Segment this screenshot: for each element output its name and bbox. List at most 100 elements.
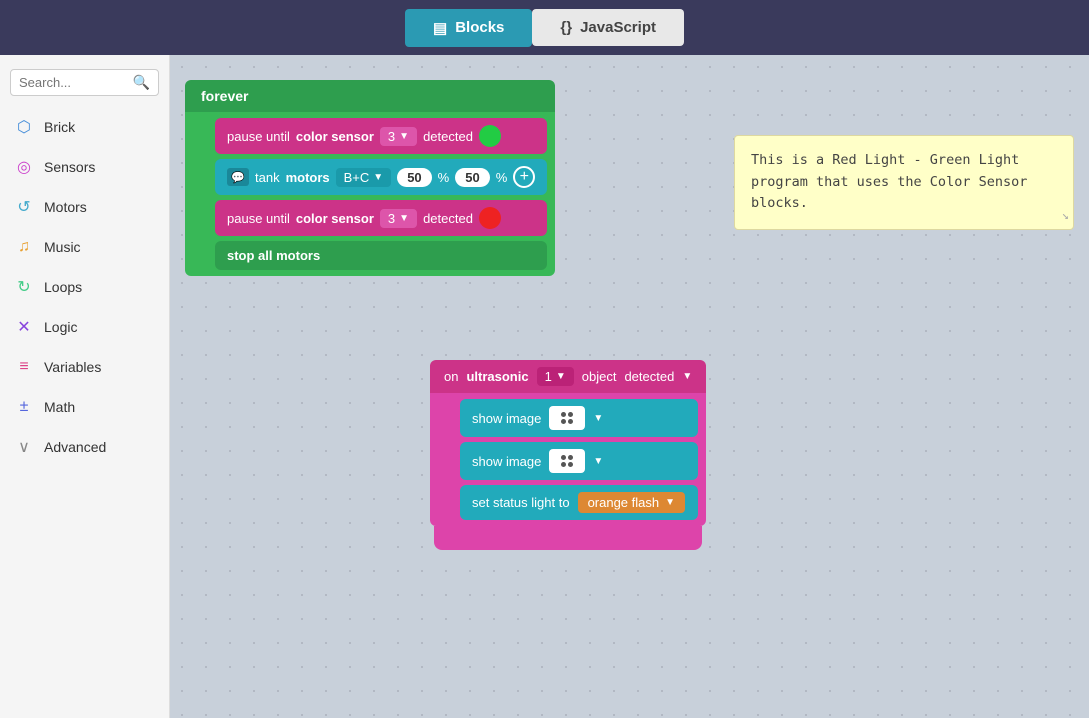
tab-javascript[interactable]: {} JavaScript (532, 9, 684, 46)
motor-pct2[interactable]: 50 (455, 168, 489, 187)
plus-icon[interactable]: + (513, 166, 535, 188)
message-icon: 💬 (227, 168, 249, 186)
search-input[interactable] (19, 75, 129, 90)
dot (561, 462, 566, 467)
motors-icon: ↺ (14, 197, 34, 217)
status-text1: set status light to (472, 495, 570, 510)
pause-color-green-block[interactable]: pause until color sensor 3 ▼ detected (215, 118, 547, 154)
sidebar-label-math: Math (44, 399, 75, 415)
pause2-port: 3 (388, 211, 395, 226)
sidebar-label-motors: Motors (44, 199, 87, 215)
ultra-text3: detected (624, 369, 674, 384)
ultra-text2: object (582, 369, 617, 384)
ultrasonic-block-container: on ultrasonic 1 ▼ object detected ▼ show… (430, 360, 706, 550)
pause1-sensor: color sensor (296, 129, 374, 144)
pause2-text1: pause until (227, 211, 290, 226)
image-preview-2[interactable] (549, 449, 585, 473)
forever-header: forever (185, 80, 555, 112)
sidebar-item-brick[interactable]: ⬡ Brick (0, 108, 169, 146)
pause1-text2: detected (423, 129, 473, 144)
canvas-area: forever pause until color sensor 3 ▼ det… (170, 55, 1089, 718)
forever-block: forever pause until color sensor 3 ▼ det… (185, 80, 555, 276)
show1-text: show image (472, 411, 541, 426)
dot (561, 419, 566, 424)
sidebar: 🔍 ⬡ Brick ◎ Sensors ↺ Motors ♫ Music ↻ L… (0, 55, 170, 718)
red-circle[interactable] (479, 207, 501, 229)
ultra-text1: on (444, 369, 458, 384)
dot (568, 412, 573, 417)
ultra-detected-arrow: ▼ (682, 371, 692, 382)
sidebar-item-math[interactable]: ± Math (0, 388, 169, 426)
tab-blocks[interactable]: ▤ Blocks (405, 9, 532, 47)
status-light-block[interactable]: set status light to orange flash ▼ (460, 485, 698, 520)
sidebar-item-music[interactable]: ♫ Music (0, 228, 169, 266)
pause-color-red-block[interactable]: pause until color sensor 3 ▼ detected (215, 200, 547, 236)
forever-label: forever (201, 88, 248, 104)
music-icon: ♫ (14, 237, 34, 257)
pause1-port-dropdown[interactable]: 3 ▼ (380, 127, 417, 146)
blocks-icon: ▤ (433, 19, 447, 37)
status-value: orange flash (588, 495, 660, 510)
math-icon: ± (14, 397, 34, 417)
motor-pct1[interactable]: 50 (397, 168, 431, 187)
sidebar-label-sensors: Sensors (44, 159, 95, 175)
note-text: This is a Red Light - Green Lightprogram… (751, 152, 1027, 211)
image-preview-1[interactable] (549, 406, 585, 430)
dot (568, 455, 573, 460)
ultra-keyword: ultrasonic (466, 369, 528, 384)
js-label: JavaScript (580, 19, 656, 36)
dot (568, 462, 573, 467)
show-image-2-block[interactable]: show image ▼ (460, 442, 698, 480)
green-circle[interactable] (479, 125, 501, 147)
block-tail (434, 526, 702, 550)
dot (568, 419, 573, 424)
pause2-port-dropdown[interactable]: 3 ▼ (380, 209, 417, 228)
js-icon: {} (560, 19, 572, 36)
dot (561, 455, 566, 460)
variables-icon: ≡ (14, 357, 34, 377)
show2-text: show image (472, 454, 541, 469)
sidebar-label-music: Music (44, 239, 81, 255)
main-layout: 🔍 ⬡ Brick ◎ Sensors ↺ Motors ♫ Music ↻ L… (0, 55, 1089, 718)
ultrasonic-header[interactable]: on ultrasonic 1 ▼ object detected ▼ (430, 360, 706, 393)
show-image-1-block[interactable]: show image ▼ (460, 399, 698, 437)
dot (561, 412, 566, 417)
sidebar-item-sensors[interactable]: ◎ Sensors (0, 148, 169, 186)
sidebar-item-motors[interactable]: ↺ Motors (0, 188, 169, 226)
brick-icon: ⬡ (14, 117, 34, 137)
sidebar-item-loops[interactable]: ↻ Loops (0, 268, 169, 306)
sidebar-label-advanced: Advanced (44, 439, 106, 455)
pause2-arrow: ▼ (399, 213, 409, 224)
stop-label: stop all motors (227, 248, 320, 263)
sidebar-label-loops: Loops (44, 279, 82, 295)
show1-arrow: ▼ (593, 413, 603, 424)
motor-pct-label: % (438, 170, 450, 185)
status-arrow: ▼ (665, 497, 675, 508)
tank-motors-block[interactable]: 💬 tank motors B+C ▼ 50 % 50 % + (215, 159, 547, 195)
dot-grid-2 (561, 455, 573, 467)
sidebar-item-advanced[interactable]: ∨ Advanced (0, 428, 169, 466)
search-icon: 🔍 (133, 74, 150, 91)
stop-motors-block[interactable]: stop all motors (215, 241, 547, 270)
ultra-port-arrow: ▼ (556, 371, 566, 382)
dot-grid-1 (561, 412, 573, 424)
motor-pct-label2: % (496, 170, 508, 185)
show2-arrow: ▼ (593, 456, 603, 467)
sidebar-item-variables[interactable]: ≡ Variables (0, 348, 169, 386)
ultra-port-dropdown[interactable]: 1 ▼ (537, 367, 574, 386)
motor-text1: tank (255, 170, 280, 185)
sidebar-label-logic: Logic (44, 319, 77, 335)
forever-body: pause until color sensor 3 ▼ detected 💬 … (185, 112, 555, 276)
pause1-text1: pause until (227, 129, 290, 144)
status-value-dropdown[interactable]: orange flash ▼ (578, 492, 685, 513)
motor-port: B+C (344, 170, 370, 185)
motor-port-dropdown[interactable]: B+C ▼ (336, 168, 392, 187)
search-box[interactable]: 🔍 (10, 69, 159, 96)
sidebar-label-variables: Variables (44, 359, 101, 375)
motor-arrow: ▼ (373, 172, 383, 183)
sidebar-item-logic[interactable]: ✕ Logic (0, 308, 169, 346)
pause2-sensor: color sensor (296, 211, 374, 226)
pause1-arrow: ▼ (399, 131, 409, 142)
advanced-icon: ∨ (14, 437, 34, 457)
resize-handle[interactable]: ↘ (1062, 206, 1069, 225)
